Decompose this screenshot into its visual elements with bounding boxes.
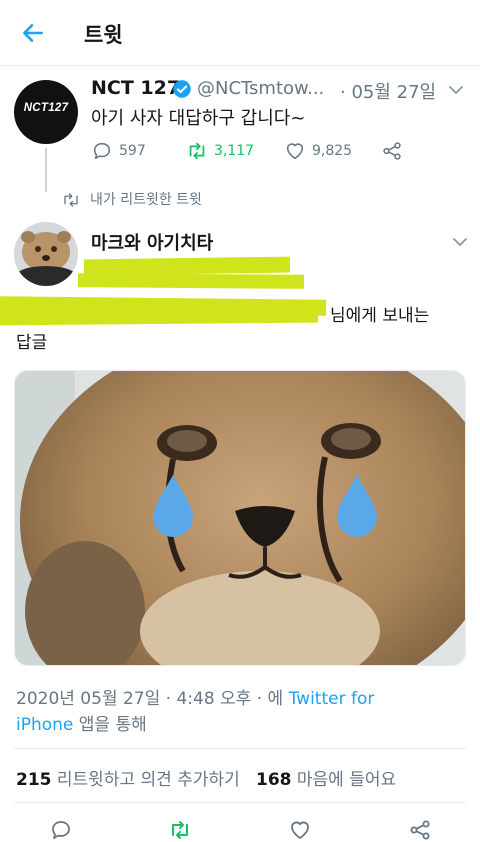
tweet-media-image[interactable]	[14, 370, 466, 666]
author-handle[interactable]: @NCTsmtow...	[197, 78, 335, 99]
share-icon	[383, 142, 401, 160]
reply-to-text: 답글	[16, 333, 48, 353]
retweet-count[interactable]: 215	[16, 770, 52, 790]
cheetah-cub-crying-image	[15, 371, 465, 665]
like-button[interactable]: 9,825	[284, 138, 352, 164]
divider	[14, 802, 466, 803]
reply-count: 597	[119, 143, 146, 159]
author-name[interactable]: 마크와 아기치타	[91, 229, 213, 255]
redaction-mark	[0, 308, 319, 326]
cheetah-cub-avatar-image	[14, 222, 78, 286]
page-title: 트윗	[84, 23, 123, 47]
tweet-source: iPhone 앱을 통해	[16, 710, 147, 735]
top-bar: 트윗	[0, 0, 480, 66]
like-stat-label[interactable]: 마음에 들어요	[297, 770, 396, 790]
retweet-button[interactable]: 3,117	[186, 138, 254, 164]
retweet-count: 3,117	[214, 143, 255, 159]
timestamp-text: 2020년 05월 27일 · 4:48 오후 · 에	[16, 689, 284, 709]
source-link[interactable]: iPhone	[16, 715, 73, 735]
reply-icon	[93, 142, 111, 160]
chevron-down-icon[interactable]	[448, 82, 464, 98]
retweet-icon	[64, 193, 78, 207]
retweet-icon[interactable]	[168, 818, 192, 842]
thread-connector	[45, 148, 47, 192]
reply-icon[interactable]	[49, 818, 73, 842]
arrow-left-icon[interactable]	[20, 20, 46, 46]
heart-icon	[286, 143, 304, 160]
retweet-stat-label[interactable]: 리트윗하고 의견 추가하기	[57, 770, 240, 790]
like-count[interactable]: 168	[256, 770, 292, 790]
tweet-stats: 215 리트윗하고 의견 추가하기 168 마음에 들어요	[16, 765, 396, 790]
share-icon[interactable]	[408, 818, 432, 842]
avatar-logo-text: NCT127	[23, 102, 69, 114]
tweet-text: 아기 사자 대답하구 갑니다~	[91, 108, 306, 129]
author-name[interactable]: NCT 127	[91, 77, 180, 99]
reply-to-text: 님에게 보내는	[330, 306, 430, 326]
heart-icon[interactable]	[288, 818, 312, 842]
divider	[14, 748, 466, 749]
redaction-mark	[77, 273, 305, 289]
chevron-down-icon[interactable]	[452, 234, 468, 250]
share-button[interactable]	[381, 138, 403, 164]
tweet-date[interactable]: · 05월 27일	[340, 78, 436, 104]
retweet-notice: 내가 리트윗한 트윗	[90, 192, 202, 208]
avatar[interactable]	[14, 222, 78, 286]
retweet-icon	[189, 142, 205, 160]
tweet-timestamp: 2020년 05월 27일 · 4:48 오후 · 에 Twitter for	[16, 684, 374, 709]
avatar[interactable]: NCT127	[14, 80, 78, 144]
source-suffix: 앱을 통해	[78, 715, 147, 735]
like-count: 9,825	[312, 143, 353, 159]
reply-button[interactable]: 597	[91, 138, 146, 164]
source-link[interactable]: Twitter for	[289, 689, 375, 709]
verified-badge-icon	[173, 80, 191, 98]
